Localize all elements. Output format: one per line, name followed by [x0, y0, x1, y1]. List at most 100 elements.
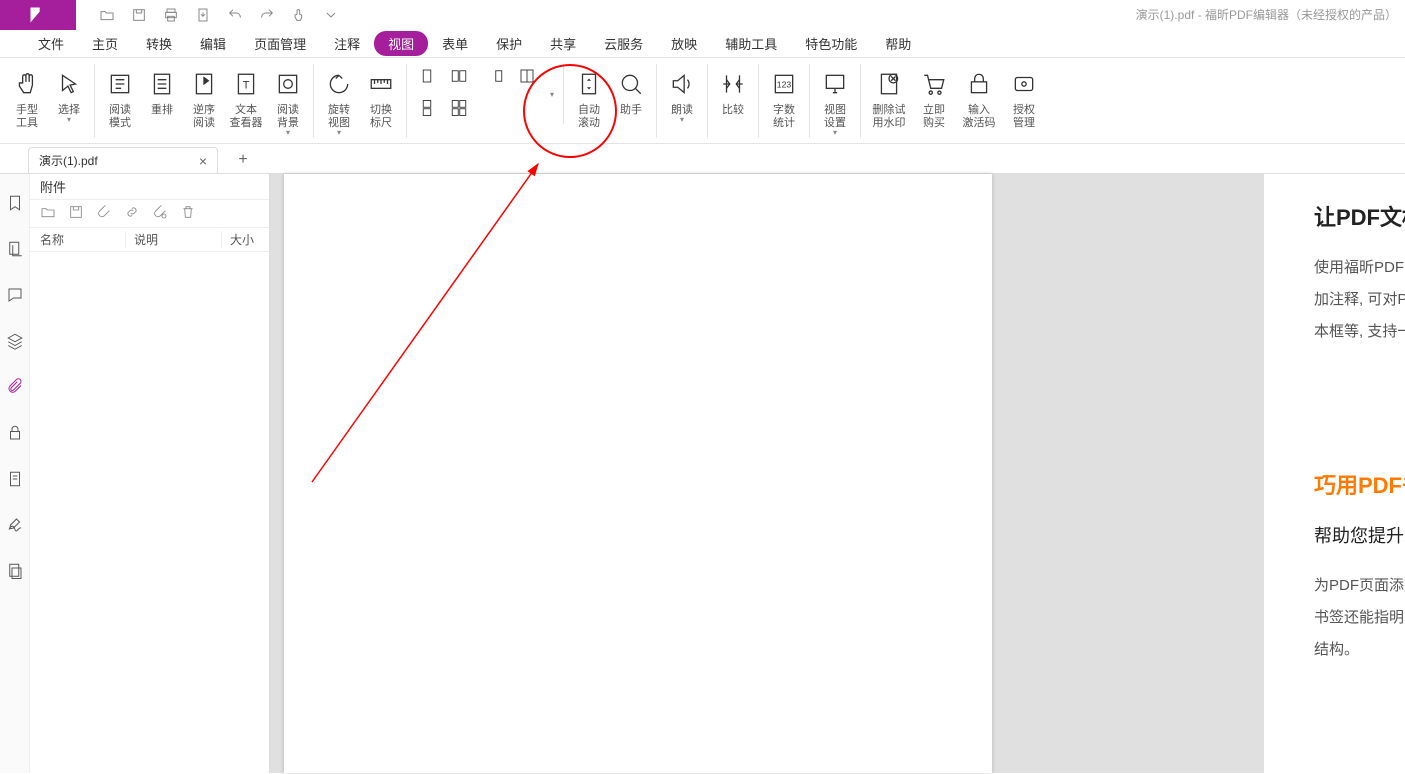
- signatures-icon[interactable]: [6, 516, 24, 534]
- continuous-facing-icon[interactable]: [447, 96, 471, 120]
- security-icon[interactable]: [6, 424, 24, 442]
- pdf-page: [284, 174, 992, 773]
- assistant-button[interactable]: 助手: [610, 64, 657, 138]
- layout-dropdown-icon[interactable]: ▾: [547, 64, 557, 124]
- menu-features[interactable]: 特色功能: [791, 31, 871, 56]
- menu-file[interactable]: 文件: [24, 31, 78, 56]
- split-view-icon[interactable]: [515, 64, 539, 88]
- menu-edit[interactable]: 编辑: [186, 31, 240, 56]
- document-tab[interactable]: 演示(1).pdf ×: [28, 147, 218, 173]
- destinations-icon[interactable]: [6, 562, 24, 580]
- single-page-icon[interactable]: [415, 64, 439, 88]
- promo-text-1c: 本框等, 支持一键导出小结注释。: [1314, 316, 1405, 348]
- hand-tool-button[interactable]: 手型工具: [6, 64, 48, 138]
- menu-bar: 文件 主页 转换 编辑 页面管理 注释 视图 表单 保护 共享 云服务 放映 辅…: [0, 30, 1405, 58]
- add-tab-button[interactable]: +: [230, 147, 256, 173]
- promo-subheading: 帮助您提升工作、学习效率: [1314, 520, 1405, 552]
- license-mgmt-button[interactable]: 授权管理: [1003, 64, 1045, 138]
- edit-attachment-icon[interactable]: [152, 204, 168, 223]
- window-title: 演示(1).pdf - 福昕PDF编辑器（未经授权的产品）: [1136, 0, 1397, 30]
- menu-convert[interactable]: 转换: [132, 31, 186, 56]
- close-tab-icon[interactable]: ×: [199, 153, 207, 169]
- menu-help[interactable]: 帮助: [871, 31, 925, 56]
- comments-icon[interactable]: [6, 286, 24, 304]
- col-desc[interactable]: 说明: [126, 231, 222, 248]
- cover-facing-icon[interactable]: [483, 64, 507, 88]
- print-icon[interactable]: [162, 6, 180, 24]
- articles-icon[interactable]: [6, 470, 24, 488]
- menu-view[interactable]: 视图: [374, 31, 428, 56]
- menu-protect[interactable]: 保护: [482, 31, 536, 56]
- promo-text-3c: 结构。: [1314, 634, 1405, 666]
- touch-mode-icon[interactable]: [290, 6, 308, 24]
- link-attachment-icon[interactable]: [124, 204, 140, 223]
- promo-text-3a: 为PDF页面添加书签, 除了实现内容的快速: [1314, 570, 1405, 602]
- ribbon-toolbar: 手型工具 选择▾ 阅读模式 重排 逆序阅读 T文本查看器 阅读背景▾ 旋转视图▾…: [0, 58, 1405, 144]
- promo-text-1b: 加注释, 可对PDF文档进行高亮、下划线、注: [1314, 284, 1405, 316]
- attachments-columns: 名称 说明 大小: [30, 228, 269, 252]
- toggle-ruler-button[interactable]: 切换标尺: [360, 64, 407, 138]
- promo-heading-2: 巧用PDF书签: [1314, 468, 1405, 500]
- navigation-rail: [0, 174, 30, 773]
- promo-text-3b: 书签还能指明不同书签的层级关系, 展现文: [1314, 602, 1405, 634]
- attachments-toolbar: [30, 200, 269, 228]
- continuous-icon[interactable]: [415, 96, 439, 120]
- attachments-panel-title: 附件: [30, 174, 269, 200]
- title-bar: 演示(1).pdf - 福昕PDF编辑器（未经授权的产品）: [0, 0, 1405, 30]
- open-icon[interactable]: [98, 6, 116, 24]
- promo-heading-1: 让PDF文档发挥更大价值: [1314, 200, 1405, 232]
- redo-icon[interactable]: [258, 6, 276, 24]
- facing-page-icon[interactable]: [447, 64, 471, 88]
- document-viewport[interactable]: 让PDF文档发挥更大价值 使用福昕PDF阅读器 (foxit reader) 为…: [270, 174, 1405, 773]
- svg-text:123: 123: [777, 79, 792, 89]
- rotate-view-button[interactable]: 旋转视图▾: [318, 64, 360, 138]
- page-layout-grid: [411, 64, 479, 124]
- auto-scroll-button[interactable]: 自动滚动: [568, 64, 610, 138]
- delete-attachment-icon[interactable]: [180, 204, 196, 223]
- remove-trial-watermark-button[interactable]: 删除试用水印: [865, 64, 913, 138]
- workspace: 附件 名称 说明 大小 让PDF文档发挥更大价值 使用福昕PDF阅读器 (fox…: [0, 174, 1405, 773]
- pages-icon[interactable]: [6, 240, 24, 258]
- layers-icon[interactable]: [6, 332, 24, 350]
- compare-button[interactable]: 比较: [712, 64, 759, 138]
- view-settings-button[interactable]: 视图设置▾: [814, 64, 861, 138]
- promo-text-1a: 使用福昕PDF阅读器 (foxit reader) 为PDF: [1314, 252, 1405, 284]
- buy-now-button[interactable]: 立即购买: [913, 64, 955, 138]
- menu-cloud[interactable]: 云服务: [590, 31, 657, 56]
- select-button[interactable]: 选择▾: [48, 64, 95, 138]
- read-mode-button[interactable]: 阅读模式: [99, 64, 141, 138]
- activate-button[interactable]: 输入激活码: [955, 64, 1003, 138]
- menu-accessibility[interactable]: 辅助工具: [711, 31, 791, 56]
- read-aloud-button[interactable]: 朗读▾: [661, 64, 708, 138]
- text-viewer-button[interactable]: T文本查看器: [225, 64, 267, 138]
- menu-home[interactable]: 主页: [78, 31, 132, 56]
- attachments-panel: 附件 名称 说明 大小: [30, 174, 270, 773]
- menu-share[interactable]: 共享: [536, 31, 590, 56]
- promo-sidebar: 让PDF文档发挥更大价值 使用福昕PDF阅读器 (foxit reader) 为…: [1264, 174, 1405, 773]
- word-count-button[interactable]: 123字数统计: [763, 64, 810, 138]
- menu-annotate[interactable]: 注释: [320, 31, 374, 56]
- export-icon[interactable]: [194, 6, 212, 24]
- open-attachment-icon[interactable]: [40, 204, 56, 223]
- col-name[interactable]: 名称: [30, 231, 126, 248]
- app-logo[interactable]: [0, 0, 76, 30]
- svg-text:T: T: [243, 79, 250, 91]
- save-attachment-icon[interactable]: [68, 204, 84, 223]
- qat-dropdown-icon[interactable]: [322, 6, 340, 24]
- add-attachment-icon[interactable]: [96, 204, 112, 223]
- menu-form[interactable]: 表单: [428, 31, 482, 56]
- document-tab-strip: 演示(1).pdf × +: [0, 144, 1405, 174]
- undo-icon[interactable]: [226, 6, 244, 24]
- col-size[interactable]: 大小: [222, 231, 269, 248]
- document-tab-label: 演示(1).pdf: [39, 152, 98, 169]
- menu-slideshow[interactable]: 放映: [657, 31, 711, 56]
- save-icon[interactable]: [130, 6, 148, 24]
- page-layout-grid-2: [479, 64, 547, 124]
- bookmark-icon[interactable]: [6, 194, 24, 212]
- reverse-read-button[interactable]: 逆序阅读: [183, 64, 225, 138]
- attachments-icon[interactable]: [6, 378, 24, 396]
- menu-page-mgmt[interactable]: 页面管理: [240, 31, 320, 56]
- quick-access-toolbar: [76, 0, 340, 30]
- read-background-button[interactable]: 阅读背景▾: [267, 64, 314, 138]
- reflow-button[interactable]: 重排: [141, 64, 183, 138]
